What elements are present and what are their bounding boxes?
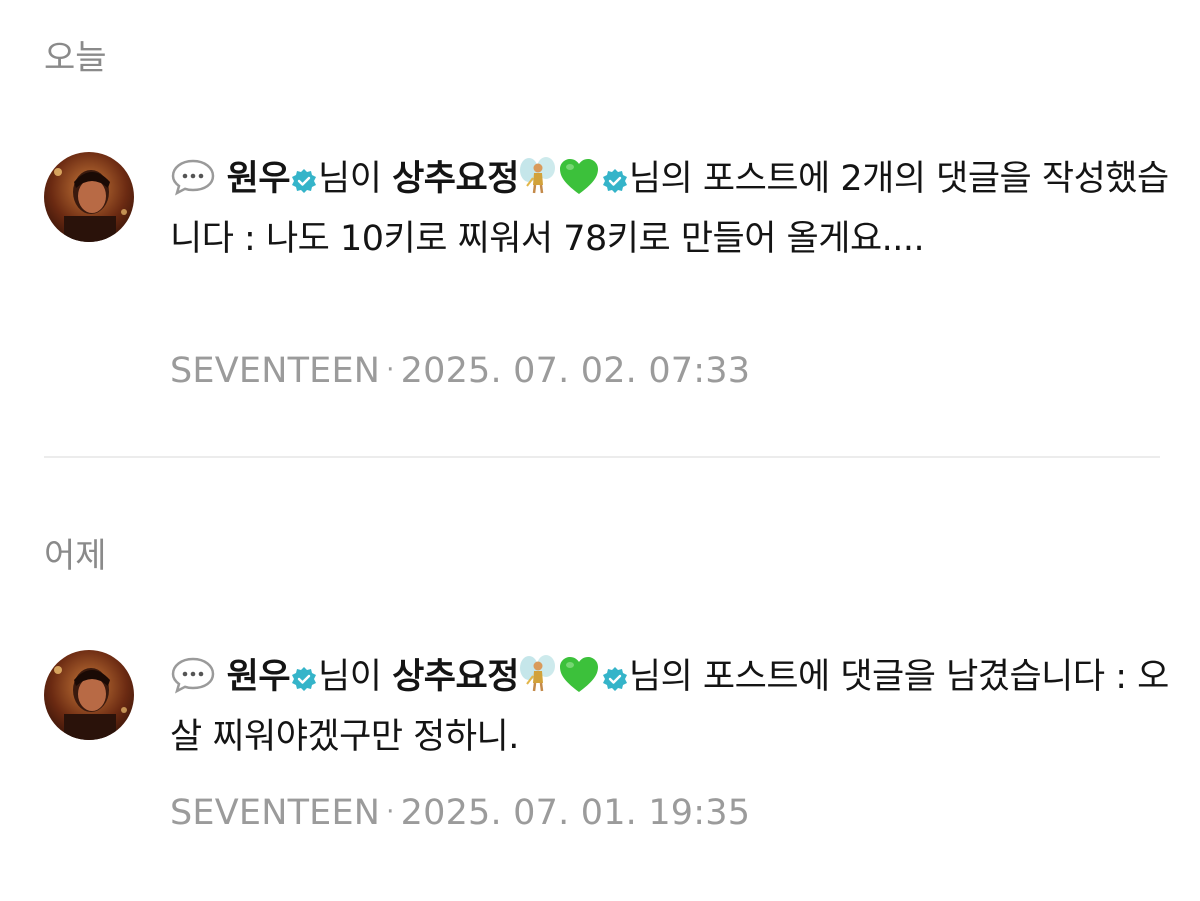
community-name: SEVENTEEN xyxy=(170,793,381,833)
green-heart-emoji-icon xyxy=(557,156,601,212)
avatar[interactable] xyxy=(44,152,134,242)
speech-bubble-icon xyxy=(170,656,216,710)
section-divider xyxy=(44,456,1160,458)
section-header-today: 오늘 xyxy=(44,38,107,78)
notification-meta: SEVENTEEN · 2025. 07. 02. 07:33 xyxy=(170,350,750,391)
timestamp: 2025. 07. 02. 07:33 xyxy=(400,351,751,391)
verified-badge-icon xyxy=(601,656,629,710)
fairy-emoji-icon xyxy=(519,654,557,710)
user-name[interactable]: 원우 xyxy=(227,159,291,199)
notifications-page: 오늘 원우 님이 상추요정 님의 포스트에 2개의 댓글을 작성했습니다: 나… xyxy=(0,0,1200,901)
target-user-name[interactable]: 상추요정 xyxy=(392,159,519,199)
notification-meta: SEVENTEEN · 2025. 07. 01. 19:35 xyxy=(170,792,750,833)
community-name: SEVENTEEN xyxy=(170,351,381,391)
notification-text[interactable]: 원우 님이 상추요정 님의 포스트에 2개의 댓글을 작성했습니다 : 나도 10키… xyxy=(170,152,1170,266)
speech-bubble-icon xyxy=(170,158,216,212)
separator-dot: · xyxy=(386,355,395,385)
notification-item[interactable]: 원우 님이 상추요정 님의 포스트에 2개의 댓글을 작성했습니다 : 나도 10키… xyxy=(44,152,1184,402)
verified-badge-icon xyxy=(290,158,318,212)
notification-item[interactable]: 원우 님이 상추요정 님의 포스트에 댓글을 남겼습니다 : 오 살 찌워야겠구만 … xyxy=(44,650,1184,850)
particle-text: 님이 xyxy=(318,657,382,697)
green-heart-emoji-icon xyxy=(557,654,601,710)
avatar[interactable] xyxy=(44,650,134,740)
verified-badge-icon xyxy=(601,158,629,212)
section-header-yesterday: 어제 xyxy=(44,536,107,576)
verified-badge-icon xyxy=(290,656,318,710)
notification-text[interactable]: 원우 님이 상추요정 님의 포스트에 댓글을 남겼습니다 : 오 살 찌워야겠구만 … xyxy=(170,650,1170,764)
target-user-name[interactable]: 상추요정 xyxy=(392,657,519,697)
separator-dot: · xyxy=(386,797,395,827)
user-name[interactable]: 원우 xyxy=(227,657,291,697)
particle-text: 님이 xyxy=(318,159,382,199)
timestamp: 2025. 07. 01. 19:35 xyxy=(400,793,751,833)
fairy-emoji-icon xyxy=(519,156,557,212)
